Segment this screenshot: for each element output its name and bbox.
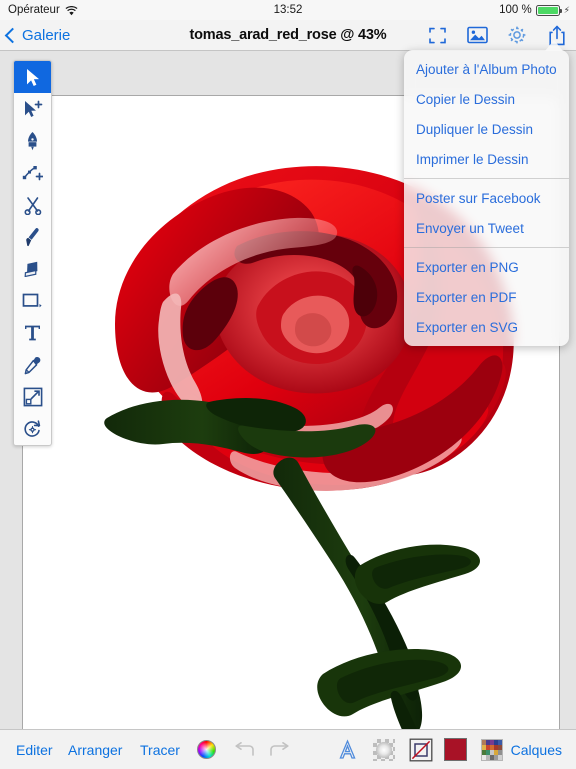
eyedropper-tool[interactable] [14,349,51,381]
popover-group-social: Poster sur Facebook Envoyer un Tweet [404,179,569,247]
arrange-button[interactable]: Arranger [68,742,122,758]
navigation-bar: Galerie tomas_arad_red_rose @ 43% [0,20,576,51]
font-a-icon[interactable] [337,739,358,760]
share-popover[interactable]: Ajouter à l'Album Photo Copier le Dessin… [404,50,569,346]
rotate-tool[interactable] [14,413,51,445]
lightning-bolt-icon: ⚡ [563,4,570,15]
stroke-shape-icon[interactable] [409,738,433,762]
scale-tool[interactable] [14,381,51,413]
direct-select-tool[interactable] [14,93,51,125]
popover-arrow [545,40,563,51]
popover-group-document: Ajouter à l'Album Photo Copier le Dessin… [404,50,569,178]
edit-button[interactable]: Editer [16,742,53,758]
popover-group-export: Exporter en PNG Exporter en PDF Exporter… [404,248,569,346]
eraser-tool[interactable] [14,253,51,285]
layers-button[interactable]: Calques [511,742,562,758]
battery-full-icon [535,4,562,16]
status-bar: Opérateur 13:52 100 % ⚡ [0,0,576,20]
undo-arrow-icon[interactable] [234,741,256,758]
menu-item-export-svg[interactable]: Exporter en SVG [404,312,569,342]
scissors-tool[interactable] [14,189,51,221]
menu-item-send-tweet[interactable]: Envoyer un Tweet [404,213,569,243]
brush-tool[interactable] [14,221,51,253]
menu-item-duplicate-drawing[interactable]: Dupliquer le Dessin [404,114,569,144]
fit-to-screen-icon[interactable] [426,24,448,46]
menu-item-export-png[interactable]: Exporter en PNG [404,252,569,282]
redo-arrow-icon[interactable] [268,741,290,758]
text-tool[interactable] [14,317,51,349]
image-icon[interactable] [466,24,488,46]
color-wheel-icon[interactable] [197,740,216,759]
fill-color-swatch[interactable] [444,738,467,761]
shape-tool[interactable] [14,285,51,317]
color-palette-icon[interactable] [481,738,503,761]
opacity-gradient-icon[interactable] [373,738,395,761]
menu-item-add-to-photo-album[interactable]: Ajouter à l'Album Photo [404,54,569,84]
menu-item-copy-drawing[interactable]: Copier le Dessin [404,84,569,114]
battery-percent-label: 100 % [499,4,532,16]
bottom-toolbar: Editer Arranger Tracer Calques [0,729,576,769]
pen-tool[interactable] [14,125,51,157]
select-tool[interactable] [14,61,51,93]
menu-item-export-pdf[interactable]: Exporter en PDF [404,282,569,312]
trace-button[interactable]: Tracer [140,742,180,758]
add-node-tool[interactable] [14,157,51,189]
status-bar-time: 13:52 [273,4,303,16]
status-bar-right: 100 % ⚡ [499,4,570,16]
gear-icon[interactable] [506,24,528,46]
tool-palette[interactable] [13,60,52,446]
menu-item-print-drawing[interactable]: Imprimer le Dessin [404,144,569,174]
menu-item-post-to-facebook[interactable]: Poster sur Facebook [404,183,569,213]
